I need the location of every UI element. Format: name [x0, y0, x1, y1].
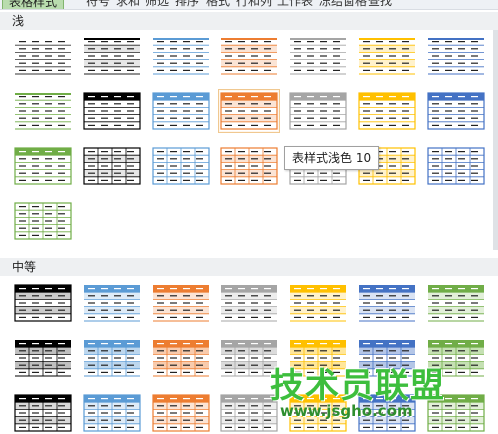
table-style-swatch[interactable]: [426, 145, 486, 187]
table-style-swatch[interactable]: [82, 90, 142, 132]
table-style-swatch[interactable]: [426, 282, 486, 324]
section-header-light: 浅: [0, 12, 498, 30]
ribbon-toolbar: 表格样式 符号 求和 筛选 排序 格式 行和列 工作表 冻结窗格 查找: [0, 0, 498, 10]
table-style-swatch[interactable]: [219, 392, 279, 434]
table-style-swatch[interactable]: [288, 90, 348, 132]
table-style-swatch[interactable]: [218, 89, 280, 133]
toolbar-item[interactable]: 符号: [86, 0, 110, 8]
table-style-swatch[interactable]: [82, 145, 142, 187]
table-style-swatch[interactable]: [219, 282, 279, 324]
table-style-swatch[interactable]: [151, 35, 211, 77]
table-style-swatch[interactable]: [357, 282, 417, 324]
table-style-swatch[interactable]: [82, 337, 142, 379]
toolbar-item[interactable]: 冻结窗格: [319, 0, 367, 8]
table-style-swatch[interactable]: [288, 282, 348, 324]
vertical-scrollbar[interactable]: [493, 30, 498, 250]
table-style-swatch[interactable]: [13, 90, 73, 132]
table-style-swatch[interactable]: [357, 35, 417, 77]
toolbar-item[interactable]: 表格样式: [2, 0, 65, 9]
table-style-swatch[interactable]: [219, 337, 279, 379]
toolbar-item[interactable]: 工作表: [277, 0, 313, 8]
table-style-swatch[interactable]: [13, 282, 73, 324]
table-style-swatch[interactable]: [13, 200, 73, 242]
table-style-swatch[interactable]: [13, 337, 73, 379]
table-style-swatch[interactable]: [288, 337, 348, 379]
section-title-light: 浅: [12, 14, 25, 28]
table-style-swatch[interactable]: [219, 35, 279, 77]
table-style-swatch[interactable]: [151, 282, 211, 324]
toolbar-item[interactable]: 排序: [175, 0, 199, 8]
toolbar-item[interactable]: 求和: [116, 0, 140, 8]
table-style-swatch[interactable]: [426, 337, 486, 379]
table-style-swatch[interactable]: [426, 90, 486, 132]
table-style-swatch[interactable]: [13, 35, 73, 77]
table-style-swatch[interactable]: [357, 392, 417, 434]
toolbar-item[interactable]: 格式: [206, 0, 230, 8]
table-style-swatch[interactable]: [82, 282, 142, 324]
table-style-swatch[interactable]: [288, 392, 348, 434]
table-style-gallery: 浅 中等: [0, 10, 498, 433]
style-name-tooltip: 表样式浅色 10: [284, 146, 380, 170]
section-title-medium: 中等: [12, 260, 37, 274]
table-style-swatch[interactable]: [13, 392, 73, 434]
table-style-swatch[interactable]: [82, 35, 142, 77]
table-style-swatch[interactable]: [288, 35, 348, 77]
table-style-swatch[interactable]: [151, 337, 211, 379]
toolbar-item[interactable]: 筛选: [145, 0, 169, 8]
table-style-swatch[interactable]: [151, 90, 211, 132]
section-header-medium: 中等: [0, 258, 498, 276]
table-style-swatch[interactable]: [151, 145, 211, 187]
table-style-swatch[interactable]: [13, 145, 73, 187]
table-style-swatch[interactable]: [219, 145, 279, 187]
table-style-swatch[interactable]: [426, 392, 486, 434]
toolbar-item[interactable]: 查找: [368, 0, 392, 8]
table-style-swatch[interactable]: [426, 35, 486, 77]
table-style-swatch[interactable]: [357, 337, 417, 379]
table-style-swatch[interactable]: [151, 392, 211, 434]
toolbar-item[interactable]: 行和列: [236, 0, 272, 8]
table-style-swatch[interactable]: [82, 392, 142, 434]
table-style-swatch[interactable]: [357, 90, 417, 132]
